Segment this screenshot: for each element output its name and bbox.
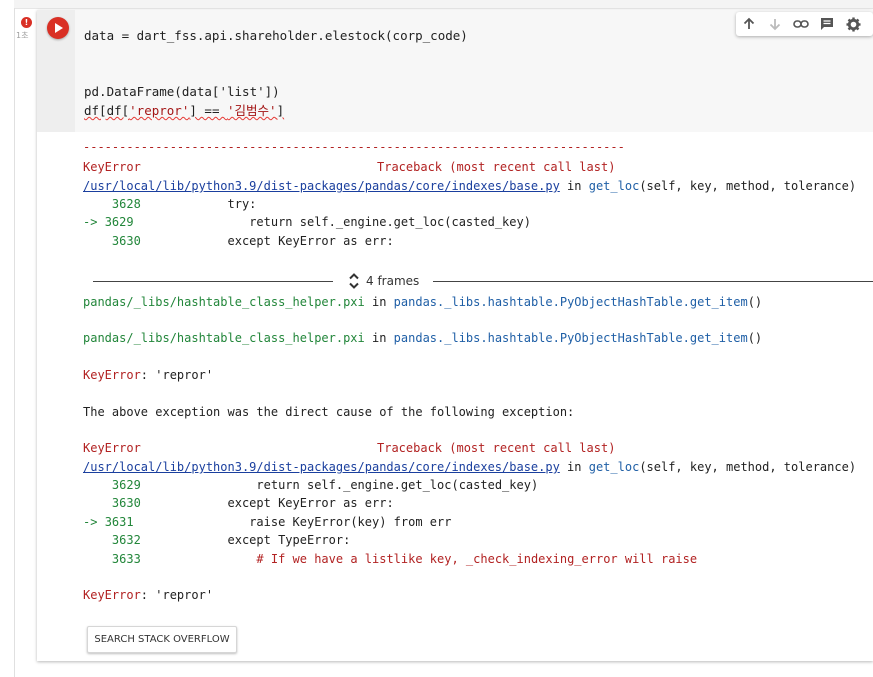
traceback-error-name: KeyError: [83, 441, 141, 455]
traceback-code-line: 3632 except TypeError:: [111, 533, 351, 547]
search-stack-overflow-button[interactable]: SEARCH STACK OVERFLOW: [87, 626, 237, 653]
top-separator: [14, 0, 873, 9]
code-line-1: data = dart_fss.api.shareholder.elestock…: [84, 28, 468, 43]
traceback-error-name: KeyError: [83, 160, 141, 174]
traceback-separator: ----------------------------------------…: [83, 140, 625, 154]
frames-label: 4 frames: [366, 274, 420, 288]
arrow-down-icon[interactable]: [762, 12, 788, 36]
frames-divider-left: [93, 281, 333, 282]
file-path-link[interactable]: /usr/local/lib/python3.9/dist-packages/p…: [83, 460, 560, 474]
traceback-header: Traceback (most recent call last): [377, 160, 616, 174]
cause-text: The above exception was the direct cause…: [83, 405, 575, 419]
traceback-file-line: /usr/local/lib/python3.9/dist-packages/p…: [83, 179, 857, 193]
arrow-up-icon[interactable]: [736, 12, 762, 36]
hashtable-line-2: pandas/_libs/hashtable_class_helper.pxi …: [83, 331, 763, 345]
traceback-code-line: 3630 except KeyError as err:: [111, 496, 394, 510]
file-path-link[interactable]: /usr/local/lib/python3.9/dist-packages/p…: [83, 179, 560, 193]
traceback-code-line: 3628 try:: [111, 197, 257, 211]
traceback-code-line: 3629 return self._engine.get_loc(casted_…: [111, 478, 539, 492]
code-line-2: pd.DataFrame(data['list']): [84, 84, 280, 99]
traceback-code-line: -> 3631 raise KeyError(key) from err: [83, 515, 452, 529]
keyerror-message: KeyError: 'repror': [83, 588, 214, 602]
traceback-header: Traceback (most recent call last): [377, 441, 616, 455]
left-margin-line: [14, 8, 15, 677]
gear-icon[interactable]: [840, 12, 866, 36]
traceback-code-line: 3633 # If we have a listlike key, _check…: [111, 552, 698, 566]
cell-toolbar: [736, 12, 873, 36]
expand-frames-button[interactable]: 4 frames: [348, 271, 419, 291]
frames-divider-right: [433, 281, 873, 282]
error-badge-icon: !: [21, 17, 32, 28]
execution-count: 1초: [16, 31, 29, 40]
traceback-code-line: -> 3629 return self._engine.get_loc(cast…: [83, 215, 531, 229]
traceback-code-line: 3630 except KeyError as err:: [111, 234, 394, 248]
comment-icon[interactable]: [814, 12, 840, 36]
keyerror-message: KeyError: 'repror': [83, 368, 214, 382]
link-icon[interactable]: [788, 12, 814, 36]
unfold-icon: [349, 273, 359, 289]
run-cell-button[interactable]: [47, 17, 69, 39]
traceback-file-line: /usr/local/lib/python3.9/dist-packages/p…: [83, 460, 857, 474]
hashtable-line-1: pandas/_libs/hashtable_class_helper.pxi …: [83, 295, 763, 309]
code-line-3: df[df['repror'] == '김범수']: [84, 103, 285, 118]
